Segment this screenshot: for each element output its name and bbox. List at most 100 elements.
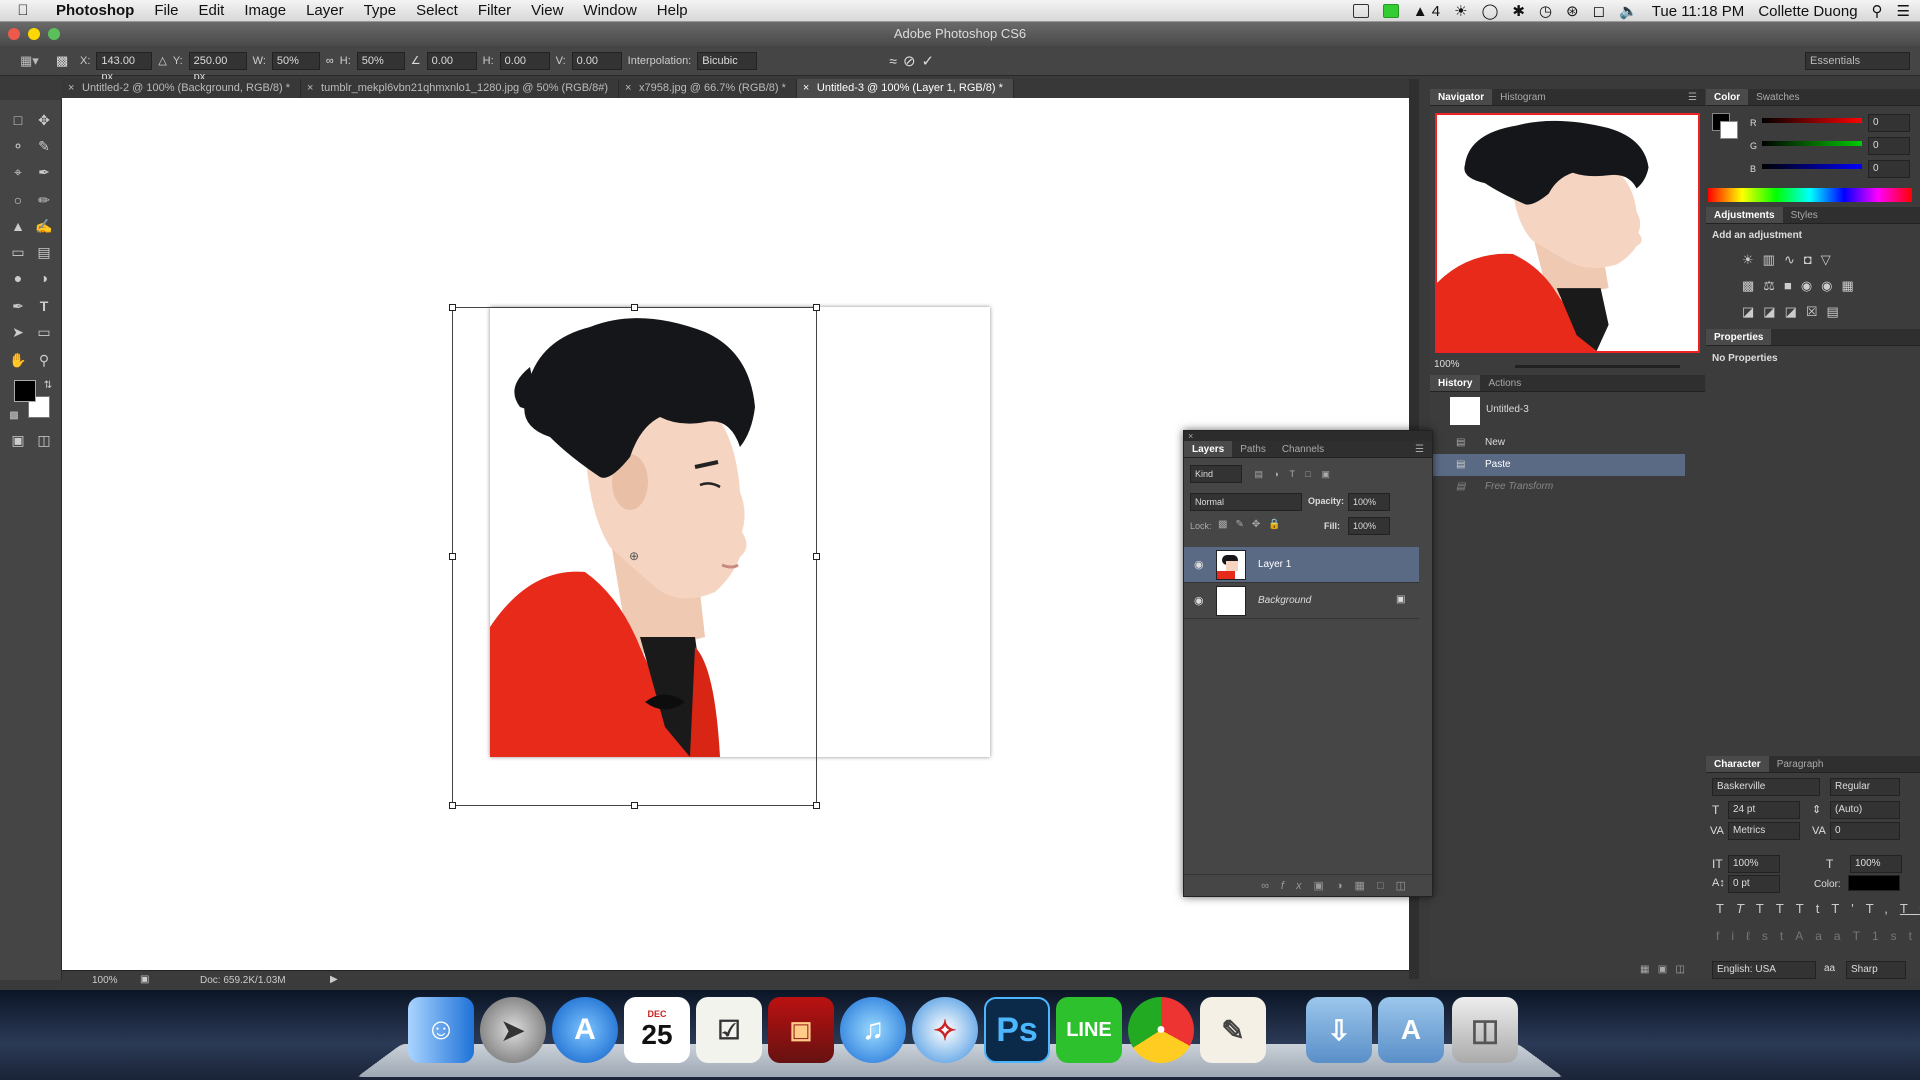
font-size-field[interactable]: 24 pt bbox=[1728, 801, 1800, 819]
healing-brush-tool-icon[interactable]: ○ bbox=[8, 190, 28, 210]
link-aspect-icon[interactable]: ∞ bbox=[326, 55, 334, 67]
layer-filter-select[interactable]: Kind bbox=[1190, 465, 1242, 483]
width-field[interactable]: 50% bbox=[272, 52, 320, 70]
delete-layer-icon[interactable]: ◫ bbox=[1396, 880, 1418, 892]
tab-paths[interactable]: Paths bbox=[1232, 441, 1274, 457]
red-slider[interactable] bbox=[1762, 118, 1862, 123]
quick-select-tool-icon[interactable]: ✎ bbox=[34, 136, 54, 156]
transform-handle-left[interactable] bbox=[449, 553, 456, 560]
transform-handle-right[interactable] bbox=[813, 553, 820, 560]
layer-row-layer-1[interactable]: ◉ Layer 1 bbox=[1184, 547, 1419, 583]
menu-file[interactable]: File bbox=[144, 2, 188, 19]
spotlight-icon[interactable]: ⚲ bbox=[1872, 2, 1883, 20]
menu-help[interactable]: Help bbox=[647, 2, 698, 19]
cancel-transform-icon[interactable]: ⊘ bbox=[903, 52, 916, 70]
interpolation-select[interactable]: Bicubic bbox=[697, 52, 757, 70]
ordinals-icon[interactable]: T bbox=[1853, 929, 1872, 943]
close-window-button[interactable] bbox=[8, 28, 20, 40]
color-bg-swatch[interactable] bbox=[1720, 121, 1738, 139]
crop-tool-icon[interactable]: ⌖ bbox=[8, 162, 28, 182]
green-value[interactable]: 0 bbox=[1868, 137, 1910, 155]
old-style-icon[interactable]: ℓ bbox=[1746, 929, 1762, 943]
move-tool-icon[interactable]: ✥ bbox=[34, 110, 54, 130]
navigator-preview[interactable] bbox=[1435, 113, 1700, 353]
small-caps-icon[interactable]: Tt bbox=[1796, 901, 1832, 916]
layers-panel-menu-icon[interactable]: ☰ bbox=[1407, 441, 1432, 457]
reminders-icon[interactable]: ☑ bbox=[696, 997, 762, 1063]
bluetooth-alt-icon[interactable]: ⊛ bbox=[1566, 2, 1579, 20]
lock-position-icon[interactable]: ✥ bbox=[1252, 519, 1268, 530]
lock-all-icon[interactable]: 🔒 bbox=[1268, 519, 1288, 530]
history-step-free-transform[interactable]: ▤ Free Transform bbox=[1430, 476, 1685, 498]
photoshop-dock-icon[interactable]: Ps bbox=[984, 997, 1050, 1063]
user-name[interactable]: Collette Duong bbox=[1758, 3, 1857, 20]
filter-pixel-icon[interactable]: ▤ bbox=[1255, 469, 1264, 479]
blend-mode-select[interactable]: Normal bbox=[1190, 493, 1302, 511]
brightness-contrast-icon[interactable]: ☀ bbox=[1742, 252, 1763, 267]
y-field[interactable]: 250.00 px bbox=[189, 52, 247, 70]
menu-select[interactable]: Select bbox=[406, 2, 468, 19]
zoom-window-button[interactable] bbox=[48, 28, 60, 40]
add-mask-icon[interactable]: ▣ bbox=[1313, 880, 1335, 892]
menu-app-name[interactable]: Photoshop bbox=[46, 2, 144, 19]
app-store-icon[interactable]: A bbox=[552, 997, 618, 1063]
red-value[interactable]: 0 bbox=[1868, 114, 1910, 132]
baseline-shift-field[interactable]: 0 pt bbox=[1728, 875, 1780, 893]
exposure-icon[interactable]: ◘ bbox=[1804, 252, 1821, 267]
ligature-icon[interactable]: fi bbox=[1716, 929, 1746, 943]
hue-saturation-icon[interactable]: ▩ bbox=[1742, 278, 1763, 293]
status-zoom[interactable]: 100% bbox=[92, 975, 118, 986]
calendar-icon[interactable]: DEC 25 bbox=[624, 997, 690, 1063]
doc-tab-untitled-3[interactable]: × Untitled-3 @ 100% (Layer 1, RGB/8) * bbox=[797, 79, 1014, 98]
tab-paragraph[interactable]: Paragraph bbox=[1769, 756, 1832, 772]
history-step-paste[interactable]: ▤ Paste bbox=[1430, 454, 1685, 476]
filter-adjustment-icon[interactable]: ◑ bbox=[1274, 469, 1279, 479]
green-slider[interactable] bbox=[1762, 141, 1862, 146]
marquee-tool-icon[interactable]: □ bbox=[8, 110, 28, 130]
tab-swatches[interactable]: Swatches bbox=[1748, 89, 1807, 105]
rectangle-tool-icon[interactable]: ▭ bbox=[34, 322, 54, 342]
quick-mask-icon[interactable]: ▣ bbox=[8, 430, 28, 450]
filter-type-icon[interactable]: T bbox=[1290, 469, 1295, 479]
posterize-icon[interactable]: ◪ bbox=[1763, 304, 1784, 319]
navigator-zoom-slider[interactable] bbox=[1515, 365, 1680, 368]
trash-icon[interactable]: ◫ bbox=[1676, 964, 1685, 975]
faux-bold-icon[interactable]: T bbox=[1716, 901, 1736, 916]
tab-histogram[interactable]: Histogram bbox=[1492, 89, 1554, 105]
lock-transparency-icon[interactable]: ▩ bbox=[1218, 519, 1235, 530]
close-tab-icon[interactable]: × bbox=[625, 79, 631, 98]
tracking-field[interactable]: 0 bbox=[1830, 822, 1900, 840]
eraser-tool-icon[interactable]: ▭ bbox=[8, 242, 28, 262]
swap-colors-icon[interactable]: ⇅ bbox=[38, 376, 58, 396]
black-white-icon[interactable]: ■ bbox=[1784, 278, 1801, 293]
layers-panel-titlebar[interactable]: × bbox=[1184, 431, 1432, 441]
chat-bubble-icon[interactable]: ◯ bbox=[1482, 2, 1499, 20]
tab-channels[interactable]: Channels bbox=[1274, 441, 1332, 457]
volume-icon[interactable]: 🔈 bbox=[1619, 2, 1638, 20]
layer-style-icon[interactable]: fx bbox=[1281, 880, 1314, 892]
skew-v-field[interactable]: 0.00 bbox=[572, 52, 622, 70]
blue-slider[interactable] bbox=[1762, 164, 1862, 169]
new-layer-icon[interactable]: □ bbox=[1377, 880, 1396, 892]
apple-menu-icon[interactable]:  bbox=[0, 2, 46, 19]
relative-position-icon[interactable]: △ bbox=[158, 54, 166, 67]
type-tool-icon[interactable]: T bbox=[34, 296, 54, 316]
tab-actions[interactable]: Actions bbox=[1480, 375, 1529, 391]
color-lookup-icon[interactable]: ▦ bbox=[1842, 278, 1863, 293]
eyedropper-tool-icon[interactable]: ✒ bbox=[34, 162, 54, 182]
rotate-field[interactable]: 0.00 bbox=[427, 52, 477, 70]
navigator-zoom-value[interactable]: 100% bbox=[1434, 359, 1460, 370]
applications-folder-icon[interactable]: A bbox=[1378, 997, 1444, 1063]
doc-tab-x7958[interactable]: × x7958.jpg @ 66.7% (RGB/8) * bbox=[619, 79, 797, 98]
commit-transform-icon[interactable]: ✓ bbox=[922, 52, 935, 70]
tab-color[interactable]: Color bbox=[1706, 89, 1748, 105]
default-colors-icon[interactable]: ▩ bbox=[4, 406, 24, 426]
transform-handle-top-right[interactable] bbox=[813, 304, 820, 311]
pen-tool-icon[interactable]: ✒ bbox=[8, 296, 28, 316]
safari-icon[interactable]: ✧ bbox=[912, 997, 978, 1063]
itunes-icon[interactable]: ♫ bbox=[840, 997, 906, 1063]
leading-field[interactable]: (Auto) bbox=[1830, 801, 1900, 819]
brightness-icon[interactable]: ☀ bbox=[1454, 2, 1467, 20]
hand-tool-icon[interactable]: ✋ bbox=[8, 350, 28, 370]
workspace-select[interactable]: Essentials bbox=[1805, 52, 1910, 70]
